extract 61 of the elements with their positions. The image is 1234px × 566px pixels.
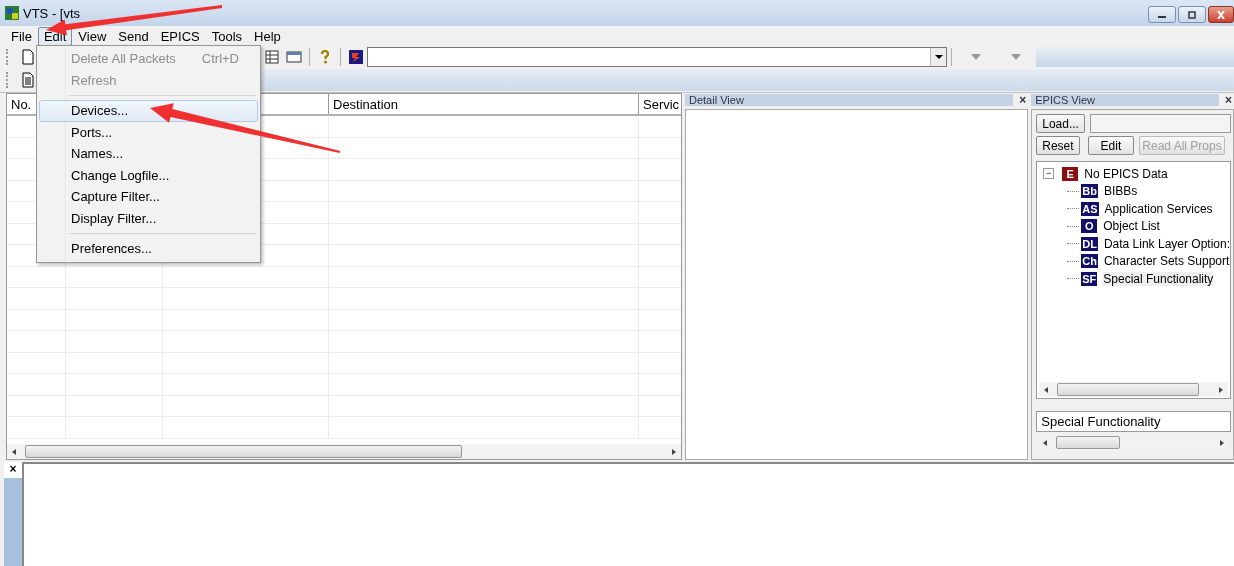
app-icon: [4, 5, 20, 21]
menu-item[interactable]: Capture Filter...: [39, 186, 258, 208]
tree-badge-icon: E: [1062, 166, 1079, 181]
horizontal-scrollbar[interactable]: [1039, 382, 1228, 397]
panel-button[interactable]: Edit: [1087, 136, 1135, 155]
tree-item[interactable]: Object List: [1103, 219, 1160, 234]
tree-item[interactable]: No EPICS Data: [1084, 166, 1168, 181]
flag-icon[interactable]: [348, 49, 364, 65]
scroll-left-icon[interactable]: [12, 448, 16, 455]
scroll-right-icon[interactable]: [1219, 386, 1223, 393]
panel-title: EPICS View: [1031, 94, 1219, 106]
tree-item[interactable]: Character Sets Support: [1103, 254, 1230, 269]
panel-button[interactable]: Reset: [1036, 136, 1080, 155]
selection-field[interactable]: Special Functionality: [1036, 411, 1231, 432]
file-field[interactable]: [1089, 114, 1231, 133]
close-button[interactable]: [1208, 6, 1234, 23]
collapse-toggle[interactable]: −: [1043, 168, 1055, 180]
close-button[interactable]: ×: [4, 462, 22, 478]
menu-item[interactable]: Help: [248, 26, 287, 46]
maximize-icon: [1185, 10, 1199, 19]
scroll-left-icon[interactable]: [1044, 386, 1049, 393]
scroll-right-icon[interactable]: [672, 448, 676, 455]
column-header[interactable]: Destination: [333, 96, 399, 112]
tree-badge-icon: SF: [1081, 271, 1098, 286]
tree-badge-icon: Bb: [1081, 184, 1098, 199]
column-header[interactable]: No.: [11, 96, 32, 112]
close-icon: [1214, 10, 1228, 19]
menu-item[interactable]: EPICS: [154, 26, 206, 46]
menu-item[interactable]: View: [72, 26, 113, 46]
tree-badge-icon: O: [1081, 219, 1098, 234]
tree-badge-icon: AS: [1081, 201, 1099, 216]
scroll-left-icon[interactable]: [1043, 439, 1048, 446]
menu-item[interactable]: File: [5, 26, 38, 46]
horizontal-scrollbar[interactable]: [7, 444, 681, 459]
tree-item[interactable]: BIBBs: [1103, 184, 1138, 199]
menu-item[interactable]: Change Logfile...: [39, 164, 258, 186]
filter-combo-box[interactable]: [367, 47, 947, 67]
menu-item[interactable]: Tools: [205, 26, 249, 46]
tree-badge-icon: DL: [1081, 236, 1098, 251]
grid-icon[interactable]: [264, 49, 280, 65]
menu-item[interactable]: Display Filter...: [39, 207, 258, 229]
scroll-right-icon[interactable]: [1220, 439, 1224, 446]
tree-item[interactable]: Data Link Layer Option:: [1103, 236, 1230, 251]
column-header[interactable]: Servic: [643, 96, 680, 112]
maximize-button[interactable]: [1178, 6, 1206, 23]
menu-item[interactable]: Send: [112, 26, 155, 46]
window-title: VTS - [vts: [23, 5, 81, 21]
minimize-button[interactable]: [1148, 6, 1176, 23]
menu-item[interactable]: Names...: [39, 143, 258, 165]
tree-badge-icon: Ch: [1081, 254, 1098, 269]
tree-item[interactable]: Application Services: [1104, 201, 1213, 216]
load-button[interactable]: Load...: [1036, 114, 1085, 133]
panel-title: Detail View: [685, 94, 1014, 106]
menu-item[interactable]: Ports...: [39, 121, 258, 143]
tree-item[interactable]: Special Functionality: [1103, 271, 1214, 286]
close-button[interactable]: ×: [1225, 93, 1234, 107]
document-icon[interactable]: [20, 72, 36, 88]
close-button[interactable]: ×: [1019, 93, 1029, 107]
new-document-icon[interactable]: [20, 49, 36, 65]
menu-item[interactable]: Preferences...: [39, 238, 258, 260]
window-icon[interactable]: [286, 49, 302, 65]
